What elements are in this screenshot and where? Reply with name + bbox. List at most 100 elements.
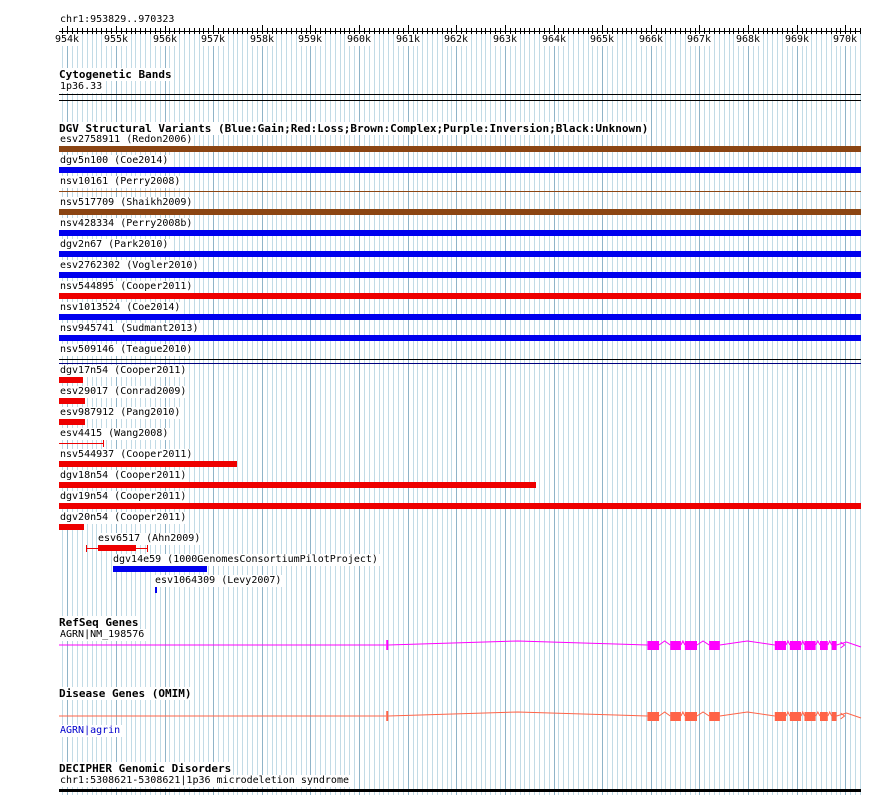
gene-exon bbox=[820, 712, 828, 721]
dgv-variant-whisker-cap bbox=[86, 545, 87, 552]
dgv-variant-label[interactable]: nsv509146 (Teague2010) bbox=[60, 344, 195, 356]
dgv-variant-label[interactable]: esv987912 (Pang2010) bbox=[60, 407, 183, 419]
gene-exon bbox=[789, 712, 802, 721]
ruler-tick-label: 957k bbox=[200, 34, 226, 46]
dgv-variant-whisker-cap bbox=[147, 545, 148, 552]
ruler-tick-label: 961k bbox=[395, 34, 421, 46]
dgv-variant-label[interactable]: dgv18n54 (Cooper2011) bbox=[60, 470, 189, 482]
dgv-variant-label[interactable]: dgv5n100 (Coe2014) bbox=[60, 155, 171, 167]
dgv-variant-bar[interactable] bbox=[59, 191, 861, 192]
decipher-label[interactable]: chr1:5308621-5308621|1p36 microdeletion … bbox=[60, 775, 351, 787]
dgv-group-divider bbox=[59, 363, 861, 364]
dgv-variant-bar[interactable] bbox=[59, 167, 861, 173]
omim-track-title: Disease Genes (OMIM) bbox=[59, 687, 194, 700]
ruler-tick-label: 965k bbox=[589, 34, 615, 46]
dgv-variant-bar[interactable] bbox=[59, 251, 861, 257]
gene-exon bbox=[831, 712, 837, 721]
dgv-variant-label[interactable]: nsv517709 (Shaikh2009) bbox=[60, 197, 195, 209]
dgv-variant-bar[interactable] bbox=[59, 503, 861, 509]
dgv-variant-label[interactable]: esv2758911 (Redon2006) bbox=[60, 134, 195, 146]
dgv-variant-bar[interactable] bbox=[59, 230, 861, 236]
ruler-tick-label: 967k bbox=[686, 34, 712, 46]
decipher-track-title: DECIPHER Genomic Disorders bbox=[59, 762, 234, 775]
dgv-variant-bar[interactable] bbox=[59, 359, 861, 360]
dgv-variant-label[interactable]: esv1064309 (Levy2007) bbox=[155, 575, 284, 587]
gene-exon bbox=[820, 641, 828, 650]
dgv-variant-whisker bbox=[86, 548, 148, 549]
dgv-variant-bar[interactable] bbox=[59, 377, 83, 383]
dgv-variant-label[interactable]: nsv1013524 (Coe2014) bbox=[60, 302, 183, 314]
gene-exon bbox=[804, 641, 816, 650]
dgv-variant-bar[interactable] bbox=[59, 398, 85, 404]
ruler-tick-label: 955k bbox=[103, 34, 129, 46]
gene-exon bbox=[670, 641, 681, 650]
ruler-tick-label: 962k bbox=[443, 34, 469, 46]
cytoband-track-title: Cytogenetic Bands bbox=[59, 68, 174, 81]
ruler-tick-label: 964k bbox=[541, 34, 567, 46]
dgv-variant-bar[interactable] bbox=[59, 443, 104, 444]
ruler-tick-label: 970k bbox=[832, 34, 858, 46]
dgv-variant-label[interactable]: nsv945741 (Sudmant2013) bbox=[60, 323, 201, 335]
dgv-variant-bar[interactable] bbox=[113, 566, 207, 572]
dgv-variant-label[interactable]: esv6517 (Ahn2009) bbox=[98, 533, 203, 545]
ruler-tick-label: 954k bbox=[54, 34, 80, 46]
gene-exon bbox=[647, 641, 660, 650]
dgv-variant-bar[interactable] bbox=[59, 482, 536, 488]
gene-exon bbox=[774, 641, 786, 650]
dgv-variant-label[interactable]: dgv19n54 (Cooper2011) bbox=[60, 491, 189, 503]
dgv-variant-bar[interactable] bbox=[59, 209, 861, 215]
dgv-variant-label[interactable]: esv2762302 (Vogler2010) bbox=[60, 260, 201, 272]
gene-exon bbox=[386, 640, 389, 650]
omim-gene-model[interactable] bbox=[0, 709, 890, 725]
gene-exon bbox=[831, 641, 837, 650]
ruler-tick-label: 958k bbox=[249, 34, 275, 46]
dgv-variant-label[interactable]: nsv10161 (Perry2008) bbox=[60, 176, 183, 188]
dgv-variant-label[interactable]: dgv20n54 (Cooper2011) bbox=[60, 512, 189, 524]
dgv-variant-bar[interactable] bbox=[59, 524, 84, 530]
dgv-variant-label[interactable]: dgv14e59 (1000GenomesConsortiumPilotProj… bbox=[113, 554, 380, 566]
gene-exon bbox=[709, 641, 720, 650]
ruler-tick-label: 956k bbox=[152, 34, 178, 46]
refseq-track-title: RefSeq Genes bbox=[59, 616, 141, 629]
cytoband-line-1 bbox=[59, 94, 861, 95]
gene-exon bbox=[789, 641, 802, 650]
ruler-axis bbox=[59, 31, 861, 32]
dgv-variant-label[interactable]: nsv544895 (Cooper2011) bbox=[60, 281, 195, 293]
ruler-tick-label: 960k bbox=[346, 34, 372, 46]
ruler-tick-label: 968k bbox=[735, 34, 761, 46]
dgv-variant-label[interactable]: dgv17n54 (Cooper2011) bbox=[60, 365, 189, 377]
dgv-variant-bar[interactable] bbox=[59, 272, 861, 278]
genome-browser-tracks: chr1:953829..970323 954k 955k 956k 957k 958k… bbox=[0, 0, 890, 795]
gene-exon bbox=[684, 712, 697, 721]
refseq-gene-model[interactable] bbox=[0, 638, 890, 654]
dgv-variant-bar[interactable] bbox=[155, 587, 157, 593]
dgv-variant-end-cap bbox=[103, 440, 104, 447]
gene-exon bbox=[709, 712, 720, 721]
dgv-variant-bar[interactable] bbox=[59, 293, 861, 299]
dgv-variant-bar[interactable] bbox=[59, 461, 237, 467]
gene-exon bbox=[684, 641, 697, 650]
dgv-variant-bar[interactable] bbox=[59, 314, 861, 320]
dgv-variant-label[interactable]: esv4415 (Wang2008) bbox=[60, 428, 171, 440]
location-label: chr1:953829..970323 bbox=[60, 14, 177, 26]
decipher-feature-bar[interactable] bbox=[59, 789, 861, 792]
dgv-variant-label[interactable]: nsv544937 (Cooper2011) bbox=[60, 449, 195, 461]
ruler-tick-label: 966k bbox=[638, 34, 664, 46]
gene-exon bbox=[647, 712, 660, 721]
gene-exon bbox=[386, 711, 389, 721]
gene-exon bbox=[670, 712, 681, 721]
gene-exon bbox=[804, 712, 816, 721]
dgv-variant-label[interactable]: esv29017 (Conrad2009) bbox=[60, 386, 189, 398]
cytoband-label[interactable]: 1p36.33 bbox=[60, 81, 105, 93]
dgv-variant-label[interactable]: dgv2n67 (Park2010) bbox=[60, 239, 171, 251]
dgv-variant-bar[interactable] bbox=[59, 146, 861, 152]
ruler-tick-label: 963k bbox=[492, 34, 518, 46]
ruler-tick-label: 969k bbox=[784, 34, 810, 46]
omim-gene-label[interactable]: AGRN|agrin bbox=[60, 725, 123, 737]
gene-exon bbox=[774, 712, 786, 721]
dgv-variant-bar[interactable] bbox=[59, 335, 861, 341]
dgv-variant-label[interactable]: nsv428334 (Perry2008b) bbox=[60, 218, 195, 230]
dgv-variant-bar[interactable] bbox=[59, 419, 85, 425]
gene-intron-line bbox=[59, 639, 862, 648]
cytoband-line-2 bbox=[59, 100, 861, 101]
